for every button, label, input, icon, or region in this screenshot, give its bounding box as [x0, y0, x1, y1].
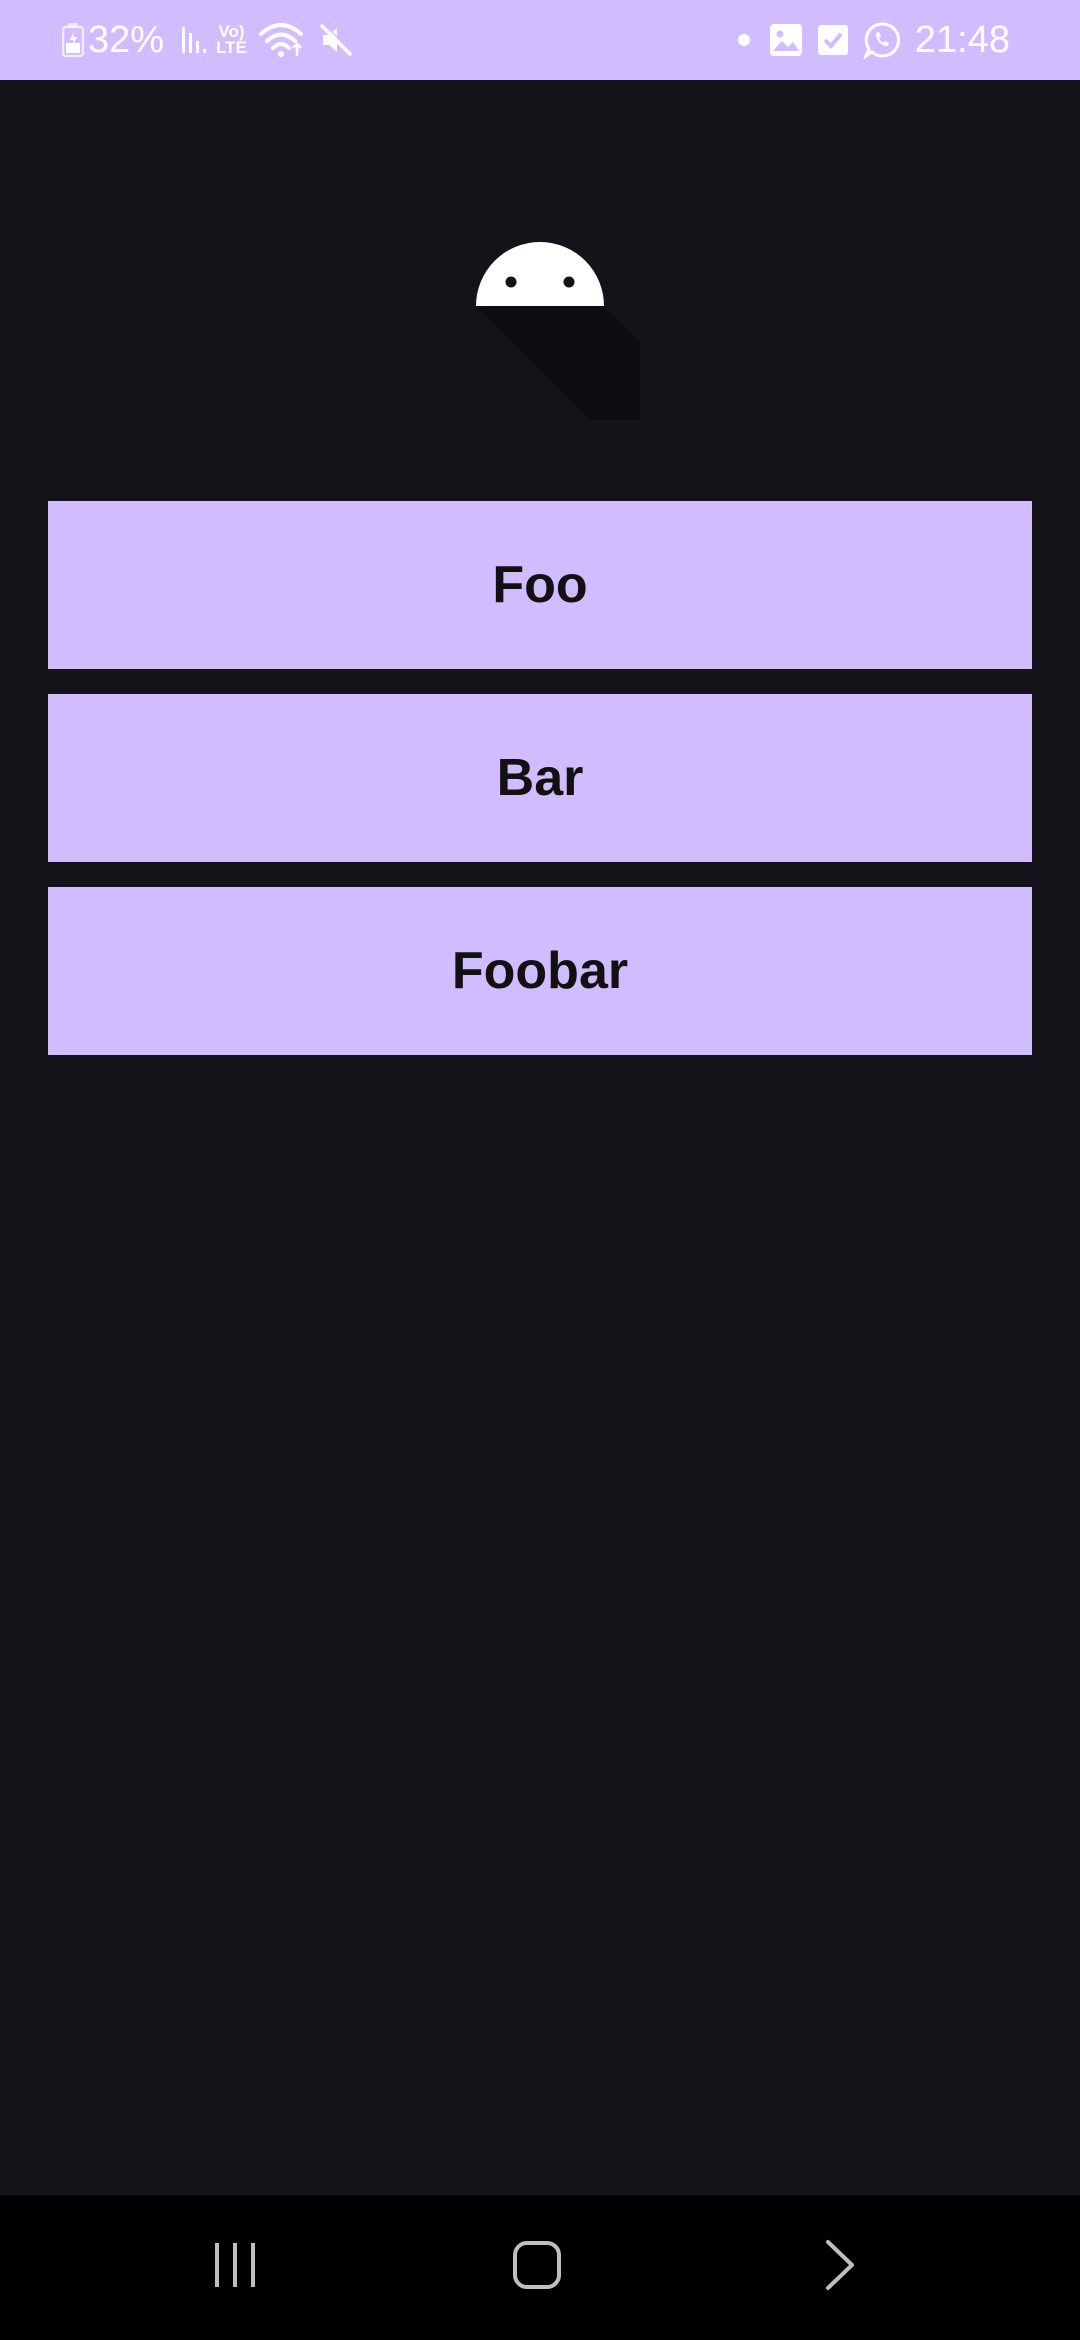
whatsapp-icon [862, 21, 901, 59]
home-button[interactable] [467, 2195, 607, 2340]
wifi-icon [258, 22, 305, 58]
recents-button[interactable] [165, 2195, 305, 2340]
status-bar: 32% Vo) LTE 21:48 [0, 0, 1080, 80]
android-robot-icon [440, 220, 640, 420]
mute-icon [319, 23, 353, 57]
status-bar-left: 32% Vo) LTE [62, 0, 353, 80]
checkbox-icon [817, 24, 849, 56]
battery-icon [62, 23, 84, 57]
lte-label: LTE [216, 38, 247, 57]
battery-percent: 32% [88, 19, 165, 61]
volte-icon: Vo) LTE [216, 23, 247, 57]
status-time: 21:48 [914, 19, 1010, 61]
gallery-icon [769, 23, 803, 57]
signal-icon [180, 25, 208, 55]
bar-button[interactable]: Bar [48, 694, 1032, 862]
app-screen: 32% Vo) LTE 21:48 Foo Bar Foobar [0, 0, 1080, 2340]
navigation-bar [0, 2195, 1080, 2340]
recents-icon [211, 2241, 259, 2294]
home-icon [512, 2240, 562, 2295]
back-icon [823, 2239, 857, 2296]
status-bar-right: 21:48 [737, 0, 1010, 80]
foobar-button[interactable]: Foobar [48, 887, 1032, 1055]
foo-button[interactable]: Foo [48, 501, 1032, 669]
back-button[interactable] [770, 2195, 910, 2340]
notification-dot-icon [737, 33, 751, 47]
